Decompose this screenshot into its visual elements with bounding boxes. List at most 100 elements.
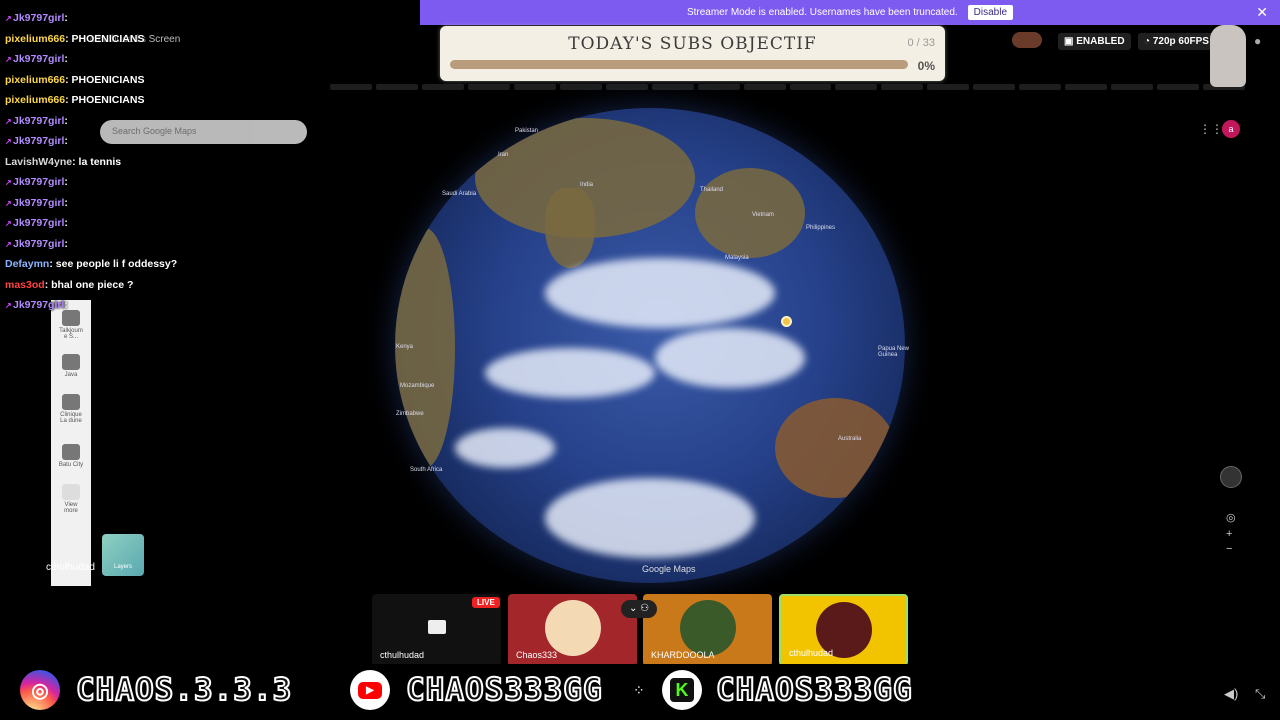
earth-globe[interactable] bbox=[395, 108, 905, 583]
apps-grid-icon[interactable]: ⋮⋮ bbox=[1199, 122, 1223, 136]
badge-icon: ↗ bbox=[5, 219, 12, 228]
participant-tile[interactable]: KHARDOOOLA bbox=[643, 594, 772, 666]
chat-message: ↗Jk9797girl: bbox=[5, 135, 68, 147]
saved-item-label: Talkjoum e S... bbox=[59, 328, 83, 340]
chat-message: LavishW4yne: la tennis bbox=[5, 156, 121, 168]
participant-tile[interactable]: cthulhudad bbox=[779, 594, 908, 666]
saved-item-label: Batu City bbox=[58, 462, 84, 468]
location-pin-icon[interactable] bbox=[781, 316, 792, 327]
participant-name: Chaos333 bbox=[516, 650, 558, 660]
my-location-icon[interactable]: ◎ bbox=[1226, 511, 1236, 524]
chat-username[interactable]: Jk9797girl bbox=[13, 176, 64, 188]
globe-sphere bbox=[395, 108, 905, 583]
subs-goal-percent: 0% bbox=[917, 59, 935, 73]
volume-icon[interactable]: ◀) bbox=[1224, 686, 1238, 702]
badge-icon: ↗ bbox=[5, 117, 12, 126]
chat-username[interactable]: pixelium666 bbox=[5, 33, 65, 45]
chat-message: pixelium666: PHOENICIANS bbox=[5, 74, 144, 86]
chat-username[interactable]: Jk9797girl bbox=[13, 217, 64, 229]
chat-username[interactable]: Jk9797girl bbox=[13, 135, 64, 147]
place-label: Kenya bbox=[396, 344, 414, 350]
compass-icon[interactable] bbox=[1220, 466, 1242, 488]
chat-text: : bbox=[64, 115, 68, 127]
place-label: Philippines bbox=[806, 225, 836, 231]
stream-quality-badge: ◔ 720p 60FPS bbox=[1138, 33, 1215, 50]
badge-icon: ↗ bbox=[5, 14, 12, 23]
zoom-out-button[interactable]: − bbox=[1226, 543, 1232, 555]
chat-text: : PHOENICIANS bbox=[65, 94, 145, 106]
cloud-band bbox=[485, 348, 655, 398]
cloud-band bbox=[545, 258, 775, 328]
zoom-in-button[interactable]: + bbox=[1226, 528, 1232, 540]
chat-username[interactable]: Jk9797girl bbox=[13, 115, 64, 127]
stream-quality-label: 720p 60FPS bbox=[1152, 36, 1209, 47]
view-more-button[interactable]: View more bbox=[57, 484, 85, 514]
enabled-badge: ▣ ENABLED bbox=[1058, 33, 1131, 50]
chat-username[interactable]: mas3od bbox=[5, 279, 45, 291]
chat-bubble-icon[interactable]: ● bbox=[1254, 34, 1261, 48]
place-label: Pakistan bbox=[515, 128, 539, 134]
participants-toggle-button[interactable]: ⌄ ⚇ bbox=[621, 600, 657, 618]
saved-item[interactable]: Clinique La dune bbox=[57, 394, 85, 424]
chat-message: ↗Jk9797girl: bbox=[5, 217, 68, 229]
chat-username[interactable]: Defaymn bbox=[5, 258, 49, 270]
instagram-icon: ◎ bbox=[20, 670, 60, 710]
chat-text: : PHOENICIANS bbox=[65, 33, 145, 45]
chat-message: ↗Jk9797girl: bbox=[5, 115, 68, 127]
close-icon[interactable]: ✕ bbox=[1256, 4, 1268, 21]
chat-username[interactable]: pixelium666 bbox=[5, 94, 65, 106]
place-label: Mozambique bbox=[400, 383, 435, 389]
chat-message: pixelium666: PHOENICIANS bbox=[5, 94, 144, 106]
land-southeast-asia bbox=[695, 168, 805, 258]
place-label: Zimbabwe bbox=[396, 411, 424, 417]
place-label: Saudi Arabia bbox=[442, 191, 477, 197]
place-label: Thailand bbox=[700, 187, 724, 193]
fullscreen-exit-icon[interactable]: ⤡ bbox=[1255, 686, 1265, 702]
badge-icon: ↗ bbox=[5, 55, 12, 64]
saved-item-label: Java bbox=[64, 372, 78, 378]
browser-tab-strip[interactable] bbox=[330, 84, 1246, 94]
chat-text: : la tennis bbox=[72, 156, 122, 168]
cloud-band bbox=[655, 328, 805, 388]
place-label: Malaysia bbox=[725, 255, 749, 261]
chat-message: ↗Jk9797girl: bbox=[5, 299, 68, 311]
chat-username[interactable]: Jk9797girl bbox=[13, 238, 64, 250]
land-australia bbox=[775, 398, 895, 498]
chat-username[interactable]: Jk9797girl bbox=[13, 299, 64, 311]
chat-text: : bbox=[64, 197, 68, 209]
separator-icon: ⁘ bbox=[633, 682, 645, 698]
badge-icon: ↗ bbox=[5, 301, 12, 310]
account-avatar[interactable]: a bbox=[1222, 120, 1240, 138]
chat-message: ↗Jk9797girl: bbox=[5, 176, 68, 188]
participant-tile[interactable]: Chaos333 bbox=[508, 594, 637, 666]
enabled-label: ENABLED bbox=[1076, 36, 1125, 47]
maps-search-input[interactable]: Search Google Maps bbox=[100, 120, 307, 144]
kick-icon: K bbox=[662, 670, 702, 710]
saved-item[interactable]: Talkjoum e S... bbox=[57, 310, 85, 340]
chat-message: ↗Jk9797girl: bbox=[5, 197, 68, 209]
chat-text: : bbox=[64, 238, 68, 250]
place-label: Papua New Guinea bbox=[878, 346, 910, 358]
cloud-band bbox=[455, 428, 555, 468]
chat-username[interactable]: pixelium666 bbox=[5, 74, 65, 86]
chat-username[interactable]: Jk9797girl bbox=[13, 197, 64, 209]
subs-goal-widget: TODAY'S SUBS OBJECTIF 0 / 33 0% bbox=[440, 26, 945, 81]
saved-item[interactable]: Batu City bbox=[57, 444, 85, 468]
chat-username[interactable]: Jk9797girl bbox=[13, 53, 64, 65]
place-label: Vietnam bbox=[752, 212, 774, 218]
screen-share-icon bbox=[428, 620, 446, 634]
chat-text: : see people li f oddessy? bbox=[49, 258, 178, 270]
layers-button[interactable]: Layers bbox=[102, 534, 144, 576]
subs-goal-progress-bar bbox=[450, 59, 908, 69]
youtube-icon: ▶ bbox=[350, 670, 390, 710]
cloud-band bbox=[545, 478, 755, 558]
chat-text: : bhal one piece ? bbox=[44, 279, 134, 291]
live-badge: LIVE bbox=[472, 597, 500, 608]
chat-username[interactable]: LavishW4yne bbox=[5, 156, 72, 168]
chat-username[interactable]: Jk9797girl bbox=[13, 12, 64, 24]
saved-item[interactable]: Java bbox=[57, 354, 85, 378]
chat-message: ↗Jk9797girl: bbox=[5, 12, 68, 24]
disable-streamer-mode-button[interactable]: Disable bbox=[967, 5, 1014, 20]
chat-message: mas3od: bhal one piece ? bbox=[5, 279, 133, 291]
place-label: India bbox=[580, 182, 594, 188]
